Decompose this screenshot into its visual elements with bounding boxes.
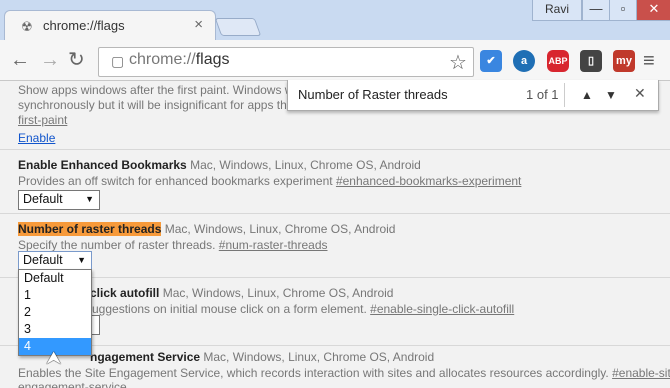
browser-toolbar: ← → ↻ ▢ chrome://flags ☆ ✔ a ABP ▯ my ≡ — [0, 40, 670, 81]
enable-link[interactable]: Enable — [18, 131, 55, 145]
flag-hash-cont[interactable]: engagement-service — [18, 380, 127, 388]
bookmark-star-icon[interactable]: ☆ — [449, 50, 467, 75]
address-bar[interactable]: ▢ chrome://flags ☆ — [98, 47, 474, 77]
flags-page: Show apps windows after the first paint.… — [0, 81, 670, 388]
chevron-down-icon: ▼ — [77, 255, 86, 265]
abp-extension[interactable]: ABP — [547, 50, 569, 72]
page-icon: ▢ — [111, 53, 125, 69]
a-extension[interactable]: a — [513, 50, 535, 72]
find-close-icon[interactable]: ✕ — [634, 85, 646, 102]
new-tab-button[interactable] — [214, 18, 262, 36]
close-window-button[interactable]: ✕ — [636, 0, 670, 21]
first-paint-hash-link[interactable]: first-paint — [18, 113, 67, 127]
my-extension[interactable]: my — [613, 50, 635, 72]
chevron-down-icon: ▼ — [85, 194, 94, 204]
find-bar: Number of Raster threads 1 of 1 ▲ ▼ ✕ — [287, 80, 659, 111]
bookmarks-select[interactable]: Default ▼ — [18, 190, 100, 210]
dropdown-option[interactable]: 1 — [19, 287, 91, 304]
flag-single-click-autofill: click autofill Mac, Windows, Linux, Chro… — [0, 277, 670, 342]
tab-flags[interactable]: ☢ chrome://flags × — [4, 10, 216, 41]
profile-button[interactable]: Ravi — [532, 0, 582, 21]
dropdown-option[interactable]: 3 — [19, 321, 91, 338]
flag-title: Number of raster threads Mac, Windows, L… — [18, 222, 396, 236]
flag-desc: Specify the number of raster threads. #n… — [18, 238, 328, 252]
find-previous-button[interactable]: ▲ — [576, 84, 598, 106]
menu-icon[interactable]: ≡ — [643, 50, 655, 73]
checkmark-extension[interactable]: ✔ — [480, 50, 502, 72]
dropdown-option[interactable]: 2 — [19, 304, 91, 321]
find-next-button[interactable]: ▼ — [600, 84, 622, 106]
tab-close-icon[interactable]: × — [194, 16, 203, 33]
back-button[interactable]: ← — [10, 50, 30, 70]
flag-enhanced-bookmarks: Enable Enhanced Bookmarks Mac, Windows, … — [0, 149, 670, 214]
raster-threads-select[interactable]: Default ▼ — [18, 251, 92, 271]
restore-button[interactable]: ▫ — [609, 0, 637, 21]
first-paint-desc-2: synchronously but it will be insignifica… — [18, 98, 310, 112]
first-paint-desc-1: Show apps windows after the first paint.… — [18, 83, 312, 97]
raster-threads-dropdown: Default 1 2 3 4 — [18, 269, 92, 356]
flag-title: ngagement Service Mac, Windows, Linux, C… — [90, 350, 435, 364]
minimize-button[interactable]: — — [582, 0, 610, 21]
find-input[interactable]: Number of Raster threads — [298, 87, 448, 102]
radiation-icon: ☢ — [21, 19, 33, 34]
find-match-count: 1 of 1 — [526, 87, 559, 102]
mouse-cursor-icon: ⮝ — [46, 348, 62, 368]
flag-raster-threads: Number of raster threads Mac, Windows, L… — [0, 213, 670, 278]
phone-extension[interactable]: ▯ — [580, 50, 602, 72]
find-divider — [564, 83, 565, 107]
flag-desc: uggestions on initial mouse click on a f… — [92, 302, 515, 316]
flag-title: Enable Enhanced Bookmarks Mac, Windows, … — [18, 158, 421, 172]
flag-desc: Provides an off switch for enhanced book… — [18, 174, 522, 188]
reload-button[interactable]: ↻ — [68, 50, 85, 70]
url-text: chrome://flags — [129, 51, 230, 68]
flag-site-engagement: ngagement Service Mac, Windows, Linux, C… — [0, 345, 670, 388]
forward-button[interactable]: → — [40, 50, 60, 70]
flag-desc: Enables the Site Engagement Service, whi… — [18, 366, 670, 380]
dropdown-option[interactable]: Default — [19, 270, 91, 287]
flag-title: click autofill Mac, Windows, Linux, Chro… — [90, 286, 394, 300]
title-bar: ☢ chrome://flags × Ravi — ▫ ✕ — [0, 0, 670, 41]
tab-title: chrome://flags — [43, 18, 125, 33]
